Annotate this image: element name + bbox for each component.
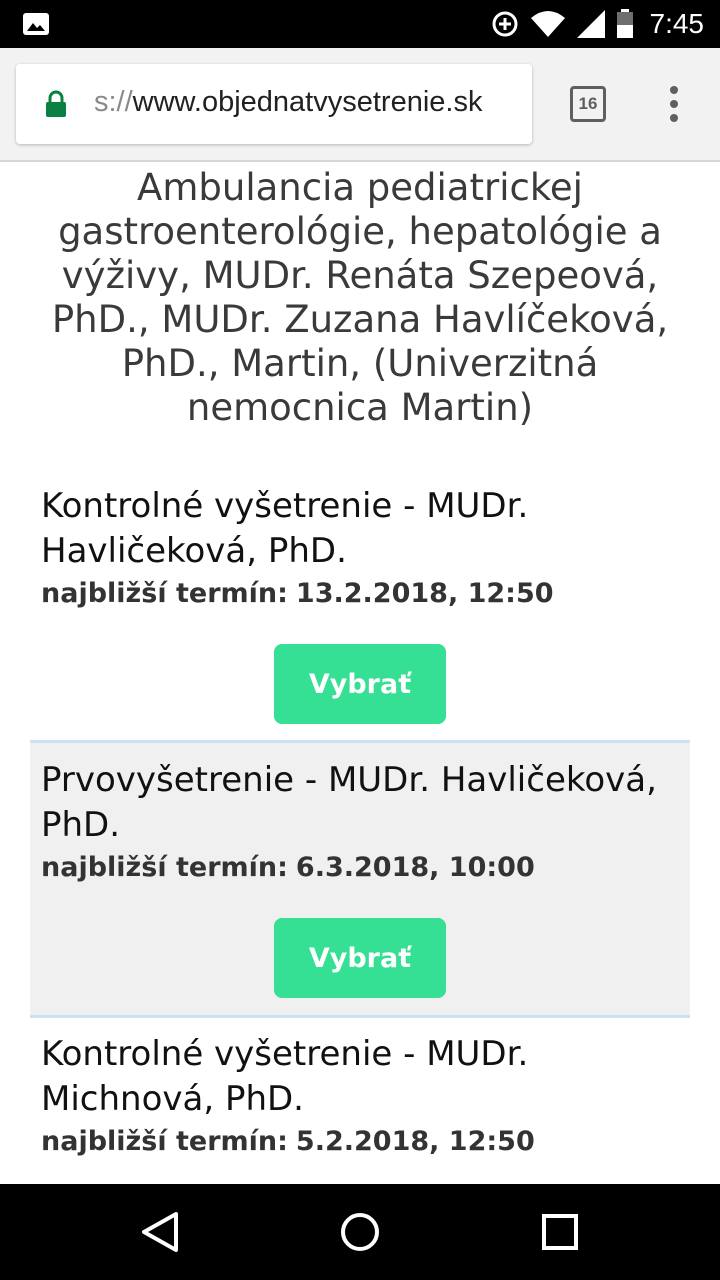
service-item: Prvovyšetrenie - MUDr. Havličeková, PhD.… [30, 740, 690, 1018]
navigation-bar [0, 1184, 720, 1280]
service-name: Kontrolné vyšetrenie - MUDr. Michnová, P… [41, 1034, 529, 1119]
service-item: Kontrolné vyšetrenie - MUDr. Havličeková… [30, 482, 690, 740]
select-button[interactable]: Vybrať [274, 644, 446, 724]
select-button[interactable]: Vybrať [274, 918, 446, 998]
image-notification-icon [23, 13, 49, 35]
next-appointment-label: najbližší termín: [41, 852, 288, 883]
next-appointment-date: 5.2.2018, 12:50 [295, 1126, 535, 1157]
battery-icon [616, 9, 633, 38]
next-appointment: najbližší termín: 5.2.2018, 12:50 [41, 1126, 690, 1157]
url-text: s://www.objednatvysetrenie.sk [94, 86, 482, 119]
tab-switcher-button[interactable]: 16 [570, 86, 606, 122]
next-appointment: najbližší termín: 6.3.2018, 10:00 [41, 852, 690, 883]
url-host: www.objednatvysetrenie.sk [132, 86, 483, 118]
browser-toolbar: s://www.objednatvysetrenie.sk 16 [0, 48, 720, 162]
recents-icon[interactable] [542, 1210, 578, 1254]
status-time: 7:45 [649, 8, 705, 39]
url-field[interactable]: s://www.objednatvysetrenie.sk [16, 64, 532, 144]
lock-icon [46, 90, 66, 117]
next-appointment-date: 13.2.2018, 12:50 [295, 578, 554, 609]
page-content: Ambulancia pediatrickej gastroenterológi… [0, 162, 720, 1184]
next-appointment-date: 6.3.2018, 10:00 [295, 852, 535, 883]
wifi-icon [530, 11, 565, 37]
service-name: Prvovyšetrenie - MUDr. Havličeková, PhD. [41, 760, 657, 845]
next-appointment-label: najbližší termín: [41, 578, 288, 609]
next-appointment-label: najbližší termín: [41, 1126, 288, 1157]
data-saver-icon [492, 11, 517, 37]
home-icon[interactable] [340, 1210, 380, 1254]
status-bar: 7:45 [0, 0, 720, 48]
page-title: Ambulancia pediatrickej gastroenterológi… [51, 166, 669, 429]
service-item: Kontrolné vyšetrenie - MUDr. Michnová, P… [30, 1018, 690, 1184]
next-appointment: najbližší termín: 13.2.2018, 12:50 [41, 578, 690, 609]
overflow-menu-icon[interactable] [666, 86, 682, 126]
back-icon[interactable] [140, 1210, 180, 1254]
service-name: Kontrolné vyšetrenie - MUDr. Havličeková… [41, 486, 529, 571]
cell-signal-icon [576, 10, 605, 38]
url-scheme: s:// [94, 86, 133, 118]
